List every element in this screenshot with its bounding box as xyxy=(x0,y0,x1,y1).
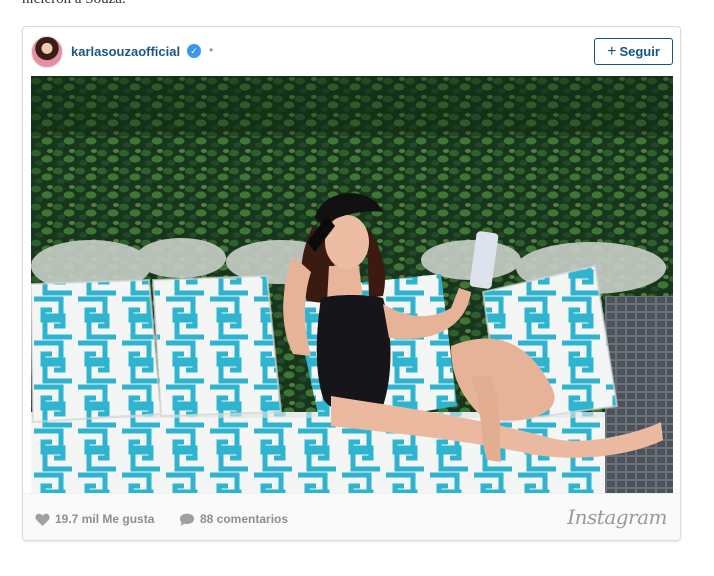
verified-badge-icon: ✓ xyxy=(187,44,201,58)
plus-icon: + xyxy=(607,42,617,60)
comments-label: 88 comentarios xyxy=(200,512,289,526)
likes-label: 19.7 mil Me gusta xyxy=(55,512,155,526)
separator-dot: • xyxy=(209,43,214,57)
article-text-fragment: hicieron a Souza. xyxy=(22,0,126,8)
post-photo[interactable] xyxy=(31,76,673,493)
heart-icon xyxy=(35,513,50,526)
follow-button[interactable]: + Seguir xyxy=(594,38,673,65)
profile-avatar[interactable] xyxy=(31,36,63,68)
post-footer: 19.7 mil Me gusta 88 comentarios Instagr… xyxy=(23,493,680,540)
instagram-embed-card: karlasouzaofficial ✓ • + Seguir 19.7 mil… xyxy=(22,26,681,541)
username-link[interactable]: karlasouzaofficial xyxy=(71,44,180,59)
post-header: karlasouzaofficial ✓ • + Seguir xyxy=(23,27,680,76)
likes-count[interactable]: 19.7 mil Me gusta xyxy=(35,512,154,526)
comments-count[interactable]: 88 comentarios xyxy=(179,512,288,526)
comment-icon xyxy=(179,513,195,526)
instagram-logo[interactable]: Instagram xyxy=(567,505,667,529)
follow-button-label: Seguir xyxy=(619,44,660,59)
